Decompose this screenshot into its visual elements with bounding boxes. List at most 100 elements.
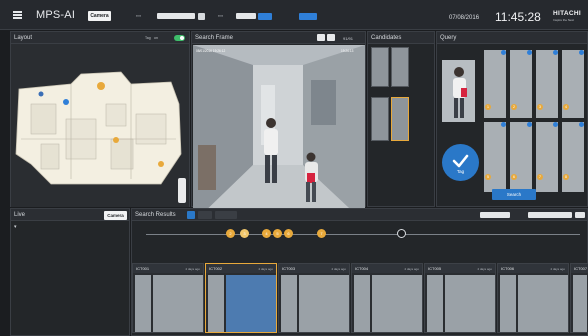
time-display: 11:45:28 — [495, 10, 541, 24]
camera-frame-view[interactable]: 08/01/2016 19:26:12 19:26:13 — [193, 45, 365, 223]
floor-plan-drawing — [15, 71, 182, 185]
apply-button[interactable] — [258, 13, 272, 20]
result-scene-image — [518, 275, 568, 332]
result-scene-image — [445, 275, 495, 332]
check-icon[interactable] — [553, 50, 558, 55]
camera-marker[interactable] — [97, 82, 105, 90]
check-icon[interactable] — [501, 122, 506, 127]
brand-logo: HITACHI — [553, 10, 581, 17]
result-age: 4 days ago — [185, 266, 200, 271]
result-person-crop — [208, 275, 224, 332]
query-person-image — [442, 60, 475, 122]
tag-button[interactable] — [442, 144, 479, 181]
check-icon[interactable] — [553, 122, 558, 127]
candidate-thumbnail[interactable] — [371, 47, 389, 87]
timeline-marker[interactable]: 4 — [262, 229, 271, 238]
candidates-panel: Candidates — [367, 31, 435, 207]
live-camera-button[interactable]: Camera — [104, 210, 127, 220]
layout-header: Layout Tag on — [11, 32, 189, 44]
results-view-tab[interactable] — [198, 211, 212, 219]
live-title: Live — [14, 212, 26, 218]
result-age: 4 days ago — [404, 266, 419, 271]
result-card[interactable]: ICT003 4 days ago — [278, 263, 350, 333]
results-view-tab-active[interactable] — [187, 211, 195, 219]
frame-timestamp-right: 19:26:13 — [341, 49, 354, 53]
query-thumbnail[interactable] — [510, 122, 532, 192]
control-label: ▪▪▪▪ — [218, 14, 223, 18]
result-id: ICT006 — [501, 266, 515, 271]
query-marker: 1 — [485, 104, 491, 110]
prev-frame-button[interactable] — [317, 34, 325, 41]
result-id: ICT007 — [574, 266, 588, 271]
reset-button[interactable] — [299, 13, 317, 20]
date-display: 07/08/2016 — [449, 15, 480, 21]
result-scene-image — [153, 275, 203, 332]
filter-select[interactable] — [157, 13, 195, 19]
map-zoom-control[interactable] — [178, 178, 186, 203]
result-card[interactable]: ICT007 — [570, 263, 588, 333]
timeline-marker[interactable]: 6 — [284, 229, 293, 238]
view-option-box[interactable] — [575, 212, 585, 218]
result-scene-image — [226, 275, 276, 332]
live-panel: Live Camera ▾ — [10, 208, 130, 336]
timeline-marker[interactable]: 2 — [226, 229, 235, 238]
camera-marker[interactable] — [38, 91, 44, 97]
check-icon[interactable] — [501, 50, 506, 55]
results-timeline[interactable] — [146, 234, 580, 235]
timeline-marker[interactable]: 7 — [317, 229, 326, 238]
candidate-thumbnail[interactable] — [391, 47, 409, 87]
search-frame-header: Search Frame 91/91 — [192, 32, 365, 44]
timeline-marker[interactable]: 3 — [240, 229, 249, 238]
result-person-crop — [135, 275, 151, 332]
frame-counter: 91/91 — [343, 35, 354, 41]
filter-select[interactable] — [528, 212, 572, 218]
query-thumbnail[interactable] — [562, 122, 584, 192]
camera-marker[interactable] — [63, 99, 69, 105]
result-card[interactable]: ICT004 4 days ago — [351, 263, 423, 333]
result-card[interactable]: ICT006 4 days ago — [497, 263, 569, 333]
search-button[interactable]: Search — [492, 189, 536, 200]
tag-toggle[interactable] — [174, 35, 185, 41]
check-icon[interactable] — [527, 50, 532, 55]
camera-mode-button[interactable]: Camera — [88, 11, 111, 21]
result-id: ICT005 — [428, 266, 442, 271]
filter-option-box[interactable] — [198, 13, 205, 20]
result-person-crop — [500, 275, 516, 332]
result-card[interactable]: ICT002 4 days ago — [205, 263, 277, 333]
live-info-icon[interactable]: ▾ — [14, 224, 17, 230]
candidate-thumbnail-selected[interactable] — [391, 97, 409, 141]
results-view-tab[interactable] — [215, 211, 237, 219]
camera-marker[interactable] — [158, 161, 164, 167]
menu-icon[interactable] — [13, 11, 22, 19]
duration-select[interactable] — [236, 13, 256, 19]
top-bar: MPS-AI Camera ▪▪▪▪ ▪▪▪▪ 07/08/2016 11:45… — [0, 0, 588, 30]
query-marker: 8 — [563, 174, 569, 180]
camera-marker[interactable] — [113, 137, 119, 143]
query-marker: 5 — [485, 174, 491, 180]
layout-panel: Layout Tag on — [10, 31, 190, 207]
sort-select[interactable] — [480, 212, 510, 218]
result-person-crop — [427, 275, 443, 332]
result-card-header: ICT007 — [571, 264, 588, 273]
result-age: 4 days ago — [331, 266, 346, 271]
result-age: 4 days ago — [550, 266, 565, 271]
timeline-scrubber[interactable] — [397, 229, 406, 238]
layout-title: Layout — [14, 35, 33, 41]
check-icon[interactable] — [579, 122, 584, 127]
next-frame-button[interactable] — [327, 34, 335, 41]
query-thumbnail[interactable] — [484, 122, 506, 192]
result-card[interactable]: ICT005 4 days ago — [424, 263, 496, 333]
timeline-marker[interactable]: 5 — [273, 229, 282, 238]
check-icon — [452, 154, 469, 168]
result-id: ICT002 — [209, 266, 223, 271]
app-title: MPS-AI — [36, 9, 76, 21]
result-card-header: ICT005 4 days ago — [425, 264, 495, 273]
floor-map[interactable] — [11, 44, 189, 207]
check-icon[interactable] — [527, 122, 532, 127]
result-card-header: ICT006 4 days ago — [498, 264, 568, 273]
result-card[interactable]: ICT001 4 days ago — [132, 263, 204, 333]
candidate-thumbnail[interactable] — [371, 97, 389, 141]
query-main-image[interactable] — [442, 60, 475, 122]
check-icon[interactable] — [579, 50, 584, 55]
query-thumbnail[interactable] — [536, 122, 558, 192]
